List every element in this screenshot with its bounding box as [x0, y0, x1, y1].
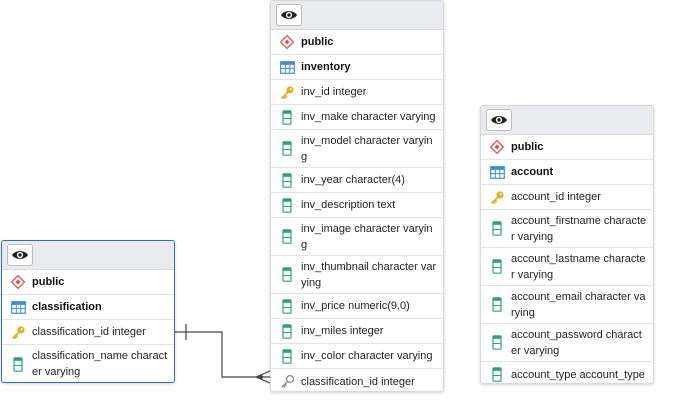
column-icon: [279, 197, 295, 213]
column-icon: [489, 335, 505, 351]
column-icon: [489, 297, 505, 313]
eye-icon-button[interactable]: [486, 109, 512, 131]
column-name: account_password character varying: [511, 328, 642, 357]
column-name: inv_model character varying: [301, 134, 433, 163]
column-name: account_firstname character varying: [511, 214, 647, 243]
column-icon: [489, 221, 505, 237]
schema-row: public: [481, 135, 653, 160]
column-row[interactable]: inv_image character varying: [271, 218, 443, 256]
table-classification[interactable]: public classification classification_id …: [1, 240, 175, 383]
column-name: inv_price numeric(9,0): [301, 300, 410, 312]
table-icon: [10, 299, 26, 315]
schema-row: public: [271, 30, 443, 55]
column-row[interactable]: account_email character varying: [481, 286, 653, 324]
column-row[interactable]: classification_id integer: [2, 320, 174, 345]
column-row[interactable]: inv_year character(4): [271, 168, 443, 193]
column-icon: [279, 172, 295, 188]
column-row[interactable]: inv_thumbnail character varying: [271, 256, 443, 294]
schema-row: public: [2, 270, 174, 295]
column-icon: [489, 259, 505, 275]
schema-icon: [489, 139, 505, 155]
column-name: inv_image character varying: [301, 222, 433, 251]
column-name: inv_description text: [301, 199, 396, 211]
column-name: inv_id integer: [301, 86, 367, 98]
column-icon: [279, 109, 295, 125]
column-row[interactable]: inv_color character varying: [271, 344, 443, 369]
column-row[interactable]: classification_name character varying: [2, 345, 174, 382]
table-name: classification: [32, 301, 102, 313]
column-row[interactable]: account_firstname character varying: [481, 210, 653, 248]
table-header: [271, 1, 443, 30]
column-icon: [279, 298, 295, 314]
many-cardinality-marker: [255, 370, 271, 378]
column-name: inv_make character varying: [301, 111, 436, 123]
schema-icon: [279, 34, 295, 50]
table-header: [481, 106, 653, 135]
eye-icon-button[interactable]: [276, 4, 302, 26]
schema-name: public: [32, 276, 65, 288]
table-inventory[interactable]: public inventory inv_id integer inv_make…: [270, 0, 444, 392]
column-icon: [279, 323, 295, 339]
column-icon: [10, 356, 26, 372]
column-row[interactable]: inv_make character varying: [271, 105, 443, 130]
table-header: [2, 241, 174, 270]
column-name: inv_thumbnail character varying: [301, 260, 437, 289]
column-icon: [279, 267, 295, 283]
column-row[interactable]: inv_model character varying: [271, 130, 443, 168]
column-icon: [279, 229, 295, 245]
table-name: account: [511, 166, 554, 178]
column-name: classification_id integer: [32, 326, 146, 338]
column-row[interactable]: account_password character varying: [481, 324, 653, 362]
table-name-row: classification: [2, 295, 174, 320]
column-icon: [279, 141, 295, 157]
column-name: classification_id integer: [301, 375, 415, 388]
column-icon: [489, 367, 505, 383]
primary-key-icon: [10, 324, 26, 340]
column-row[interactable]: account_lastname character varying: [481, 248, 653, 286]
schema-icon: [10, 274, 26, 290]
table-name: inventory: [301, 61, 351, 73]
column-row[interactable]: inv_description text: [271, 193, 443, 218]
column-row[interactable]: account_type account_type: [481, 362, 653, 383]
table-name-row: account: [481, 160, 653, 185]
foreign-key-icon: [279, 374, 295, 390]
primary-key-icon: [489, 189, 505, 205]
column-row[interactable]: classification_id integer: [271, 369, 443, 391]
table-icon: [489, 164, 505, 180]
column-row[interactable]: inv_miles integer: [271, 319, 443, 344]
column-row[interactable]: account_id integer: [481, 185, 653, 210]
primary-key-icon: [279, 84, 295, 100]
column-name: inv_year character(4): [301, 174, 405, 186]
column-name: account_email character varying: [511, 290, 646, 319]
column-row[interactable]: inv_price numeric(9,0): [271, 294, 443, 319]
column-row[interactable]: inv_id integer: [271, 80, 443, 105]
schema-name: public: [511, 141, 544, 153]
column-name: account_id integer: [511, 191, 601, 203]
column-name: inv_color character varying: [301, 350, 433, 362]
schema-name: public: [301, 36, 334, 48]
column-name: account_type account_type: [511, 368, 645, 381]
column-name: classification_name character varying: [32, 350, 168, 378]
table-account[interactable]: public account account_id integer accoun…: [480, 105, 654, 384]
eye-icon-button[interactable]: [7, 244, 33, 266]
column-name: account_lastname character varying: [511, 252, 646, 281]
column-name: inv_miles integer: [301, 325, 384, 337]
table-name-row: inventory: [271, 55, 443, 80]
table-icon: [279, 59, 295, 75]
column-icon: [279, 348, 295, 364]
